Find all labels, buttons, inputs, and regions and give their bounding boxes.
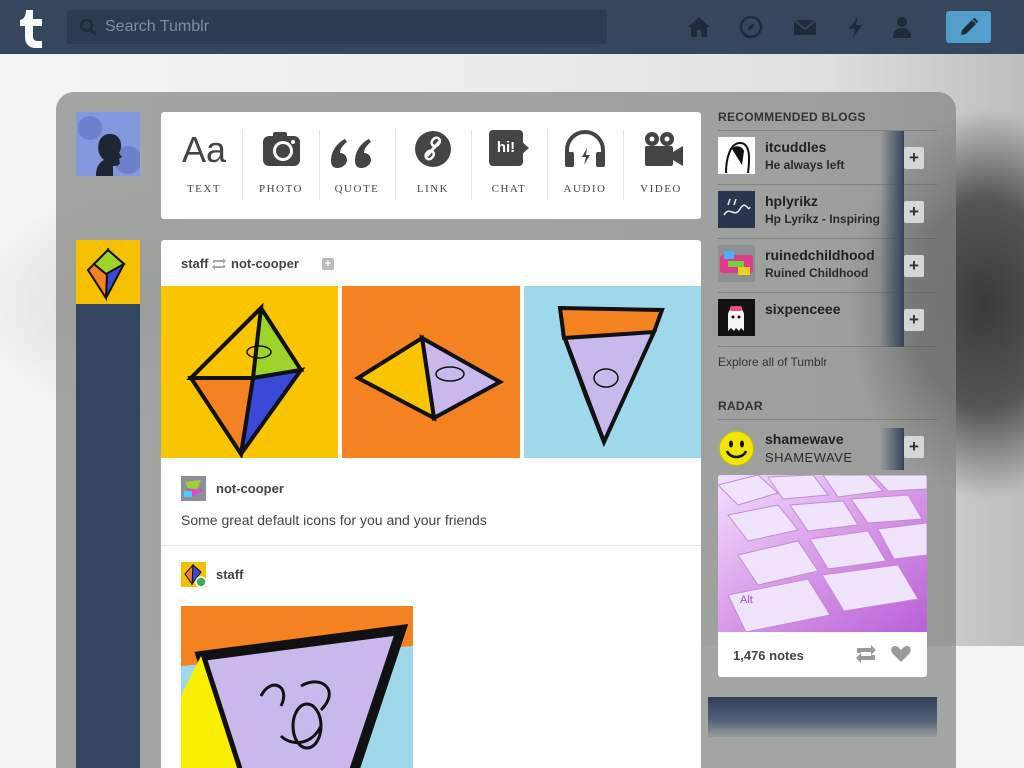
blog-avatar-ruinedchildhood (718, 245, 755, 282)
radar-post-card: Alt 1,476 notes (718, 475, 927, 677)
radar-blog-item[interactable]: shamewave SHAMEWAVE + (718, 428, 937, 470)
compose-button[interactable] (946, 11, 991, 43)
radar-heading: RADAR (718, 399, 763, 413)
blog-name: itcuddles (765, 139, 827, 155)
explore-link[interactable]: Explore all of Tumblr (718, 355, 827, 369)
row-fade (880, 428, 904, 470)
row-fade (880, 185, 904, 239)
video-camera-icon (645, 132, 683, 166)
trail-avatar-not-cooper[interactable] (181, 476, 206, 501)
blog-name: ruinedchildhood (765, 247, 875, 263)
divider (718, 419, 937, 420)
pencil-icon (961, 17, 979, 35)
post-type-label: LINK (416, 183, 450, 195)
blog-name: hplyrikz (765, 193, 818, 209)
camera-icon (263, 132, 300, 166)
headphones-icon (565, 130, 605, 167)
key-label: Alt (740, 594, 753, 606)
trail-blog-name[interactable]: not-cooper (216, 481, 284, 496)
chat-glyph: hi! (496, 139, 516, 156)
quote-icon (331, 139, 371, 168)
follow-button[interactable]: + (904, 255, 924, 277)
reblogger-name[interactable]: staff (181, 256, 208, 271)
follow-button[interactable]: + (904, 309, 924, 331)
recommended-blog-item[interactable]: ruinedchildhood Ruined Childhood + (718, 239, 937, 293)
default-avatar-silhouette (76, 112, 140, 176)
row-fade (880, 239, 904, 293)
follow-button[interactable]: + (904, 436, 924, 458)
post-type-label: QUOTE (334, 183, 380, 195)
kite-closeup-image (181, 606, 413, 768)
recommended-blog-item[interactable]: sixpenceee + (718, 293, 937, 347)
search-box[interactable] (67, 10, 607, 44)
reblog-icon (212, 258, 226, 270)
post-type-bar: Aa TEXT PHOTO QUOTE LINK hi! CHAT AUDIO … (161, 112, 701, 219)
smiley-avatar-icon (719, 431, 754, 466)
post-type-photo[interactable]: PHOTO (243, 112, 319, 219)
post-type-link[interactable]: LINK (395, 112, 471, 219)
blog-avatar-sixpenceee (718, 299, 755, 336)
dashboard-post: staff not-cooper + not-cooper Some great… (161, 240, 701, 768)
post-type-label: PHOTO (259, 183, 303, 195)
post-type-chat[interactable]: hi! CHAT (471, 112, 547, 219)
heart-icon[interactable] (890, 643, 912, 665)
recommended-blog-item[interactable]: hplyrikz Hp Lyrikz - Inspiring + (718, 185, 937, 239)
trail-blog-name[interactable]: staff (216, 567, 243, 582)
staff-kite-avatar (76, 240, 140, 304)
post-type-video[interactable]: VIDEO (623, 112, 699, 219)
post-body-text: Some great default icons for you and you… (181, 512, 487, 528)
inbox-icon[interactable] (792, 14, 818, 40)
recommended-blogs-heading: RECOMMENDED BLOGS (718, 110, 866, 124)
trail-item: not-cooper Some great default icons for … (181, 476, 681, 528)
photo-kite-yellow[interactable] (161, 286, 338, 458)
tumblr-logo[interactable] (16, 6, 50, 48)
sidebar-bottom-panel (708, 697, 937, 737)
post-type-label: AUDIO (563, 183, 607, 195)
blog-avatar-itcuddles (718, 137, 755, 174)
trail-item: staff (181, 562, 681, 588)
user-avatar[interactable] (76, 112, 140, 176)
trail-avatar-staff[interactable] (181, 562, 206, 587)
top-nav-bar (0, 0, 1024, 54)
photo-kite-orange[interactable] (342, 286, 520, 458)
post-type-quote[interactable]: QUOTE (319, 112, 395, 219)
explore-icon[interactable] (738, 14, 764, 40)
activity-icon[interactable] (843, 14, 869, 40)
photoset[interactable] (161, 286, 701, 458)
source-blog-name[interactable]: not-cooper (231, 256, 299, 271)
row-fade (880, 293, 904, 347)
home-icon[interactable] (686, 14, 712, 40)
follow-button[interactable]: + (904, 201, 924, 223)
blog-name: sixpenceee (765, 301, 841, 317)
follow-plus-icon[interactable]: + (322, 258, 334, 270)
follow-button[interactable]: + (904, 147, 924, 169)
post-type-label: VIDEO (640, 183, 682, 195)
post-type-audio[interactable]: AUDIO (547, 112, 623, 219)
trail-divider (161, 545, 701, 546)
blog-avatar-hplyrikz (718, 191, 755, 228)
post-type-label: TEXT (186, 183, 222, 195)
text-icon: Aa (181, 129, 227, 170)
post-type-text[interactable]: Aa TEXT (166, 112, 242, 219)
reblog-icon[interactable] (854, 643, 878, 665)
radar-blog-name: shamewave (765, 431, 844, 447)
chat-icon: hi! (471, 130, 547, 170)
post-avatar-rail (76, 240, 140, 768)
radar-post-image[interactable]: Alt (718, 475, 927, 632)
row-fade (880, 131, 904, 185)
post-photo[interactable] (181, 606, 413, 768)
search-input[interactable] (105, 10, 595, 44)
search-icon (79, 18, 97, 36)
note-count[interactable]: 1,476 notes (733, 648, 804, 663)
post-author-avatar[interactable] (76, 240, 140, 304)
link-icon (415, 131, 451, 167)
account-icon[interactable] (889, 14, 915, 40)
divider (718, 346, 937, 347)
photo-kite-blue[interactable] (524, 286, 701, 458)
recommended-blog-item[interactable]: itcuddles He always left + (718, 131, 937, 185)
post-type-label: CHAT (491, 183, 527, 195)
